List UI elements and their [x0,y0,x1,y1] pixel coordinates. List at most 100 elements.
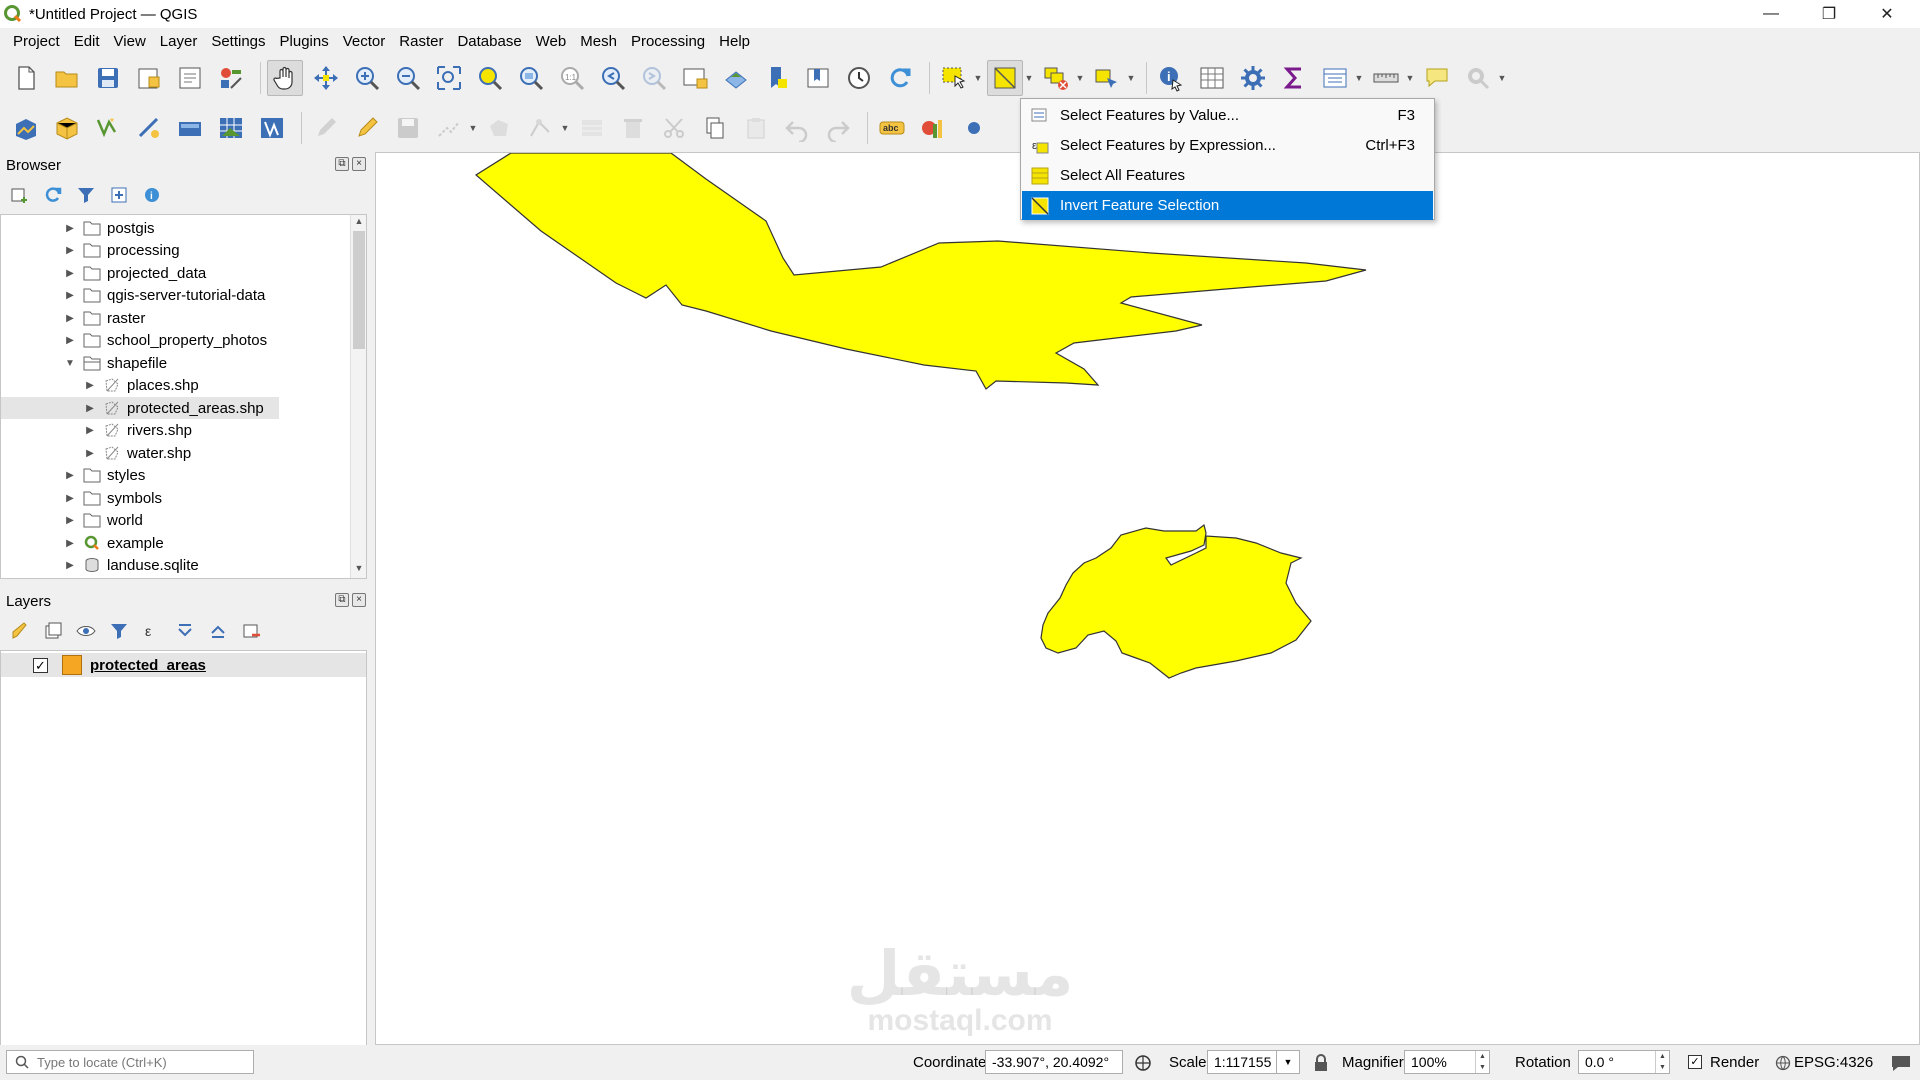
rotation-field[interactable]: 0.0 ° ▲ ▼ [1578,1050,1670,1074]
zoom-to-layer-button[interactable] [513,60,549,96]
expand-arrow-icon[interactable]: ▶ [63,538,77,549]
new-virtual-layer-button[interactable] [172,110,208,146]
menu-plugins[interactable]: Plugins [273,33,336,50]
new-map-view-button[interactable] [677,60,713,96]
expand-arrow-icon[interactable]: ▶ [83,425,97,436]
zoom-out-button[interactable] [390,60,426,96]
layer-visibility-checkbox[interactable]: ✓ [33,657,48,673]
new-project-button[interactable] [8,60,44,96]
new-geopackage-layer-button[interactable] [49,110,85,146]
refresh-button[interactable] [882,60,918,96]
expand-arrow-icon[interactable]: ▶ [83,403,97,414]
menu-item-invert-selection[interactable]: Invert Feature Selection [1022,191,1433,220]
layer-item-protected-areas[interactable]: ✓ protected_areas [1,653,366,677]
redo-button[interactable] [820,110,856,146]
expand-arrow-icon[interactable]: ▶ [63,335,77,346]
browser-scrollbar[interactable]: ▲ ▼ [350,215,366,578]
show-bookmarks-button[interactable] [800,60,836,96]
filter-legend-button[interactable] [107,619,131,643]
lock-icon[interactable] [1314,1054,1328,1072]
collapse-arrow-icon[interactable]: ▼ [63,358,77,369]
locator-dropdown-arrow[interactable]: ▼ [1497,60,1507,96]
tree-item-qgis-server-tutorial-data[interactable]: ▶ qgis-server-tutorial-data [1,284,356,306]
tree-item-shapefile[interactable]: ▼ shapefile [1,352,356,374]
digitize-button[interactable] [431,110,467,146]
magnifier-spinner[interactable]: ▲ ▼ [1475,1051,1489,1073]
coordinate-field[interactable]: -33.907°, 20.4092° [985,1050,1123,1074]
tree-item-places-shp[interactable]: ▶ places.shp [1,374,356,396]
protected-area-polygon-2[interactable] [1040,523,1312,679]
vertex-dropdown-arrow[interactable]: ▼ [560,110,570,146]
expand-arrow-icon[interactable]: ▶ [63,245,77,256]
globe-icon[interactable] [1775,1055,1791,1071]
tree-item-example[interactable]: ▶ example [1,532,356,554]
deselect-features-button[interactable] [1038,60,1074,96]
menu-mesh[interactable]: Mesh [573,33,624,50]
locator-settings-button[interactable] [1460,60,1496,96]
rotation-spinner[interactable]: ▲ ▼ [1655,1051,1669,1073]
magnifier-field[interactable]: 100% ▲ ▼ [1404,1050,1490,1074]
messages-icon[interactable] [1890,1053,1912,1073]
layout-dropdown-arrow[interactable]: ▼ [1354,60,1364,96]
tree-item-postgis[interactable]: ▶ postgis [1,217,356,239]
add-group-button[interactable] [41,619,65,643]
temporal-controller-button[interactable] [841,60,877,96]
manage-map-themes-button[interactable] [74,619,98,643]
zoom-native-button[interactable]: 1:1 [554,60,590,96]
menu-help[interactable]: Help [712,33,757,50]
modify-attributes-button[interactable] [574,110,610,146]
zoom-next-button[interactable] [636,60,672,96]
minimize-button[interactable]: — [1742,0,1800,28]
menu-processing[interactable]: Processing [624,33,712,50]
tree-item-water-shp[interactable]: ▶ water.shp [1,442,356,464]
zoom-full-button[interactable] [431,60,467,96]
scroll-up-arrow-icon[interactable]: ▲ [351,216,366,230]
render-checkbox[interactable]: ✓ [1688,1055,1702,1069]
expand-arrow-icon[interactable]: ▶ [63,560,77,571]
current-edits-button[interactable] [308,110,344,146]
measure-dropdown-arrow[interactable]: ▼ [1405,60,1415,96]
collapse-all-button[interactable] [107,183,131,207]
menu-edit[interactable]: Edit [67,33,107,50]
deselect-dropdown-arrow[interactable]: ▼ [1075,60,1085,96]
layer-diagram-button[interactable] [915,110,951,146]
cut-features-button[interactable] [656,110,692,146]
close-button[interactable]: ✕ [1858,0,1916,28]
vertex-tool-button[interactable] [523,110,559,146]
measure-line-button[interactable] [1368,60,1404,96]
map-canvas[interactable] [375,152,1920,1045]
locator-search-box[interactable]: Type to locate (Ctrl+K) [6,1050,254,1074]
expand-arrow-icon[interactable]: ▶ [63,493,77,504]
tree-item-landuse-sqlite[interactable]: ▶ landuse.sqlite [1,554,356,576]
expand-arrow-icon[interactable]: ▶ [63,268,77,279]
scroll-down-arrow-icon[interactable]: ▼ [351,563,366,577]
scrollbar-thumb[interactable] [353,231,365,349]
menu-database[interactable]: Database [450,33,528,50]
select-menu-dropdown-arrow[interactable]: ▼ [1024,60,1034,96]
statistical-summary-button[interactable] [1276,60,1312,96]
menu-project[interactable]: Project [6,33,67,50]
select-by-location-button[interactable] [1089,60,1125,96]
open-project-button[interactable] [49,60,85,96]
new-shapefile-layer-button[interactable]: * [90,110,126,146]
menu-layer[interactable]: Layer [153,33,205,50]
float-panel-button[interactable]: ⧉ [335,593,349,607]
digitize-dropdown-arrow[interactable]: ▼ [468,110,478,146]
expand-all-button[interactable] [173,619,197,643]
menu-view[interactable]: View [107,33,153,50]
layout-manager-button[interactable] [172,60,208,96]
menu-vector[interactable]: Vector [336,33,393,50]
maximize-button[interactable]: ❐ [1800,0,1858,28]
layer-styling-button[interactable] [8,619,32,643]
layer-labeling-button[interactable]: abc [874,110,910,146]
select-features-dropdown-arrow[interactable]: ▼ [973,60,983,96]
zoom-last-button[interactable] [595,60,631,96]
select-features-button[interactable] [936,60,972,96]
close-panel-button[interactable]: × [352,157,366,171]
add-polygon-button[interactable] [482,110,518,146]
tree-item-symbols[interactable]: ▶ symbols [1,487,356,509]
pan-to-selection-button[interactable] [308,60,344,96]
filter-browser-button[interactable] [74,183,98,207]
new-temporary-layer-button[interactable] [131,110,167,146]
pan-map-button[interactable] [267,60,303,96]
